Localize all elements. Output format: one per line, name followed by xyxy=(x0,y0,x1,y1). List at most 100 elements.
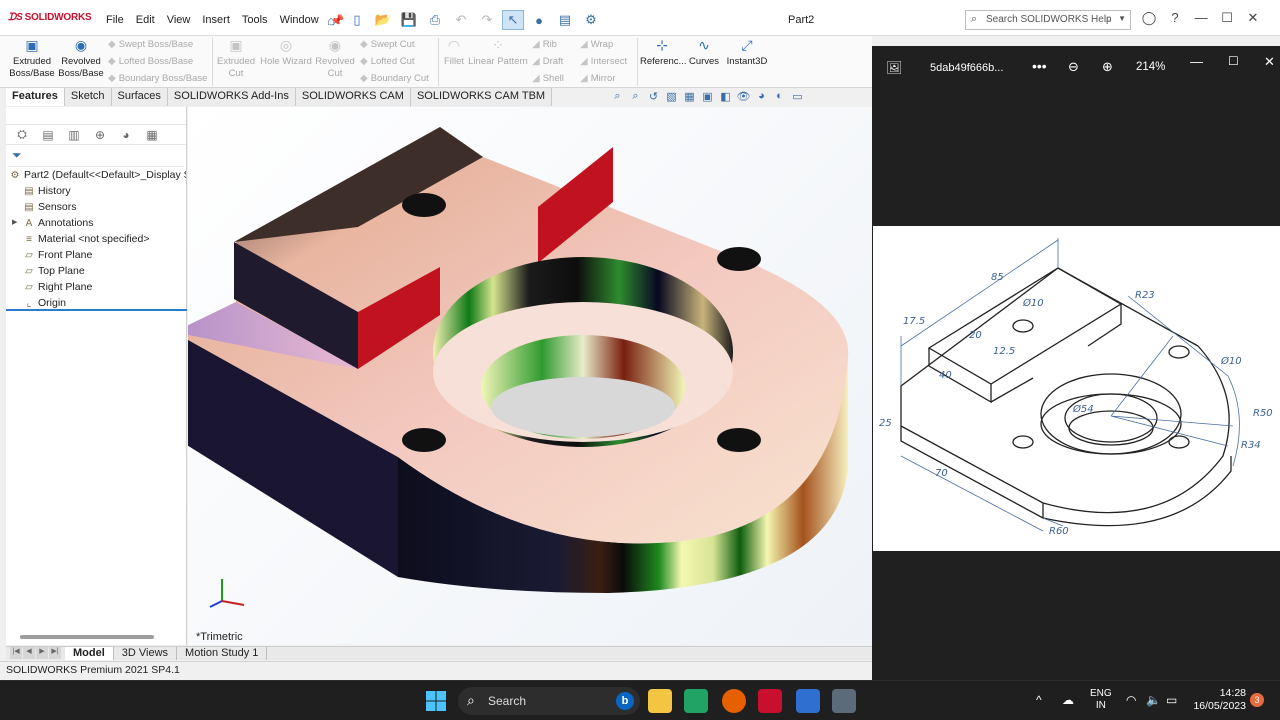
tab-3d-views[interactable]: 3D Views xyxy=(114,647,178,660)
gallery-icon[interactable]: 🖼 xyxy=(886,60,903,76)
extruded-cut-button[interactable]: ▣ Extruded Cut xyxy=(216,38,256,80)
tree-item-material[interactable]: ≡ Material <not specified> xyxy=(6,231,186,247)
solidworks-logo[interactable]: ᗪS SOLIDWORKS xyxy=(8,12,92,23)
draft-button[interactable]: ◢ Draft xyxy=(532,56,563,67)
configuration-manager-icon[interactable]: ▥ xyxy=(64,128,84,142)
swept-cut-button[interactable]: ◆ Swept Cut xyxy=(360,39,415,50)
dynamic-annotation-icon[interactable]: ▦ xyxy=(682,90,697,103)
revolved-cut-button[interactable]: ◉ Revolved Cut xyxy=(314,38,356,80)
tab-surfaces[interactable]: Surfaces xyxy=(111,88,168,106)
tree-root[interactable]: ⚙ Part2 (Default<<Default>_Display S xyxy=(6,167,186,183)
start-button[interactable] xyxy=(424,689,448,713)
photos-app-icon[interactable] xyxy=(796,689,820,713)
file-properties-icon[interactable]: ▤ xyxy=(554,10,576,30)
show-hidden-icons-chevron-icon[interactable]: ^ xyxy=(1036,693,1042,707)
property-manager-icon[interactable]: ▤ xyxy=(38,128,58,142)
curves-button[interactable]: ∿ Curves xyxy=(688,38,720,68)
undo-icon[interactable]: ↶ xyxy=(450,10,472,30)
instant3d-button[interactable]: ⤢ Instant3D xyxy=(724,38,770,68)
maximize-icon[interactable]: ☐ xyxy=(1218,10,1236,26)
help-search-input[interactable]: ⌕ Search SOLIDWORKS Help ⌕ ▼ xyxy=(965,10,1131,30)
menu-insert[interactable]: Insert xyxy=(196,14,236,27)
tab-cam[interactable]: SOLIDWORKS CAM xyxy=(295,88,411,106)
calculator-icon[interactable] xyxy=(832,689,856,713)
firefox-icon[interactable] xyxy=(722,689,746,713)
file-explorer-icon[interactable] xyxy=(648,689,672,713)
rib-button[interactable]: ◢ Rib xyxy=(532,39,557,50)
menu-file[interactable]: File xyxy=(100,14,130,27)
tab-motion-study[interactable]: Motion Study 1 xyxy=(177,647,268,660)
tree-item-history[interactable]: ▤ History xyxy=(6,183,186,199)
more-options-icon[interactable]: ••• xyxy=(1032,58,1047,74)
swept-boss-button[interactable]: ◆ Swept Boss/Base xyxy=(108,39,193,50)
linear-pattern-button[interactable]: ⁘ Linear Pattern xyxy=(468,38,528,68)
volume-icon[interactable]: 🔈 xyxy=(1146,693,1161,707)
search-go-icon[interactable]: ⌕ xyxy=(1106,13,1112,26)
prev-tab-icon[interactable]: ◀ xyxy=(23,647,35,659)
close-icon[interactable]: ✕ xyxy=(1264,54,1275,70)
rollback-bar[interactable] xyxy=(6,309,187,311)
boundary-boss-button[interactable]: ◆ Boundary Boss/Base xyxy=(108,73,207,84)
zoom-fit-icon[interactable]: ⌕ xyxy=(610,90,625,103)
feature-manager-icon[interactable]: ⛭ xyxy=(12,127,32,142)
tree-item-top-plane[interactable]: ▱ Top Plane xyxy=(6,263,186,279)
minimize-icon[interactable]: — xyxy=(1190,54,1203,69)
user-icon[interactable]: ◯ xyxy=(1140,10,1158,26)
tree-item-front-plane[interactable]: ▱ Front Plane xyxy=(6,247,186,263)
menu-edit[interactable]: Edit xyxy=(130,14,161,27)
options-gear-icon[interactable]: ⚙ xyxy=(580,10,602,30)
select-arrow-icon[interactable]: ↖ xyxy=(502,10,524,30)
menu-tools[interactable]: Tools xyxy=(236,14,274,27)
battery-icon[interactable]: ▭ xyxy=(1166,693,1177,707)
section-view-icon[interactable]: ▧ xyxy=(664,90,679,103)
lofted-boss-button[interactable]: ◆ Lofted Boss/Base xyxy=(108,56,193,67)
zoom-area-icon[interactable]: ⌕ xyxy=(628,90,643,103)
scene-icon[interactable]: ◐ xyxy=(772,90,787,103)
revolved-boss-button[interactable]: ◉ Revolved Boss/Base xyxy=(58,38,104,80)
display-style-icon[interactable]: ◧ xyxy=(718,90,733,103)
tab-addins[interactable]: SOLIDWORKS Add-Ins xyxy=(167,88,296,106)
fillet-button[interactable]: ◠ Fillet xyxy=(442,38,466,68)
taskbar-search[interactable]: ⌕ Search b xyxy=(458,687,640,715)
maximize-icon[interactable]: ☐ xyxy=(1228,54,1239,68)
dimxpert-icon[interactable]: ⊕ xyxy=(90,128,110,142)
tab-model[interactable]: Model xyxy=(65,647,114,660)
chevron-down-icon[interactable]: ▼ xyxy=(1118,14,1126,23)
appearance-icon[interactable]: ◕ xyxy=(754,90,769,103)
notification-badge[interactable]: 3 xyxy=(1250,693,1264,707)
hole-wizard-button[interactable]: ◎ Hole Wizard xyxy=(258,38,314,68)
menu-window[interactable]: Window xyxy=(274,14,325,27)
camtasia-icon[interactable] xyxy=(684,689,708,713)
last-tab-icon[interactable]: ▶| xyxy=(49,647,61,659)
wrap-button[interactable]: ◢ Wrap xyxy=(580,39,613,50)
tab-sketch[interactable]: Sketch xyxy=(64,88,112,106)
first-tab-icon[interactable]: |◀ xyxy=(10,647,22,659)
extruded-boss-button[interactable]: ▣ Extruded Boss/Base xyxy=(6,38,58,80)
cam-manager-icon[interactable]: ▦ xyxy=(142,128,162,142)
help-icon[interactable]: ? xyxy=(1166,10,1184,26)
hide-show-icon[interactable]: 👁 xyxy=(736,90,751,103)
new-document-icon[interactable]: ▯ xyxy=(346,10,368,30)
tab-features[interactable]: Features xyxy=(6,88,65,106)
traffic-light-icon[interactable]: ● xyxy=(528,10,550,30)
tree-item-annotations[interactable]: ▶ A Annotations xyxy=(6,215,186,231)
previous-view-icon[interactable]: ↺ xyxy=(646,90,661,103)
save-icon[interactable]: 💾 xyxy=(398,10,420,30)
wifi-icon[interactable]: ◠ xyxy=(1126,693,1136,707)
tree-filter[interactable]: ⏷ xyxy=(8,145,184,167)
solidworks-taskbar-icon[interactable] xyxy=(758,689,782,713)
view-orientation-icon[interactable]: ▣ xyxy=(700,90,715,103)
shell-button[interactable]: ◢ Shell xyxy=(532,73,564,84)
bing-icon[interactable]: b xyxy=(616,692,634,710)
open-icon[interactable]: 📂 xyxy=(372,10,394,30)
home-icon[interactable]: ⌂ xyxy=(320,10,342,30)
tree-item-sensors[interactable]: ▤ Sensors xyxy=(6,199,186,215)
zoom-out-icon[interactable]: ⊖ xyxy=(1068,59,1079,75)
clock[interactable]: 14:28 16/05/2023 xyxy=(1192,687,1246,713)
reference-geometry-button[interactable]: ⊹ Referenc... xyxy=(640,38,686,68)
display-manager-icon[interactable]: ◕ xyxy=(116,128,136,142)
onedrive-cloud-icon[interactable]: ☁ xyxy=(1062,693,1074,707)
minimize-icon[interactable]: — xyxy=(1192,10,1210,26)
redo-icon[interactable]: ↷ xyxy=(476,10,498,30)
expand-arrow-icon[interactable]: ▶ xyxy=(12,215,17,231)
